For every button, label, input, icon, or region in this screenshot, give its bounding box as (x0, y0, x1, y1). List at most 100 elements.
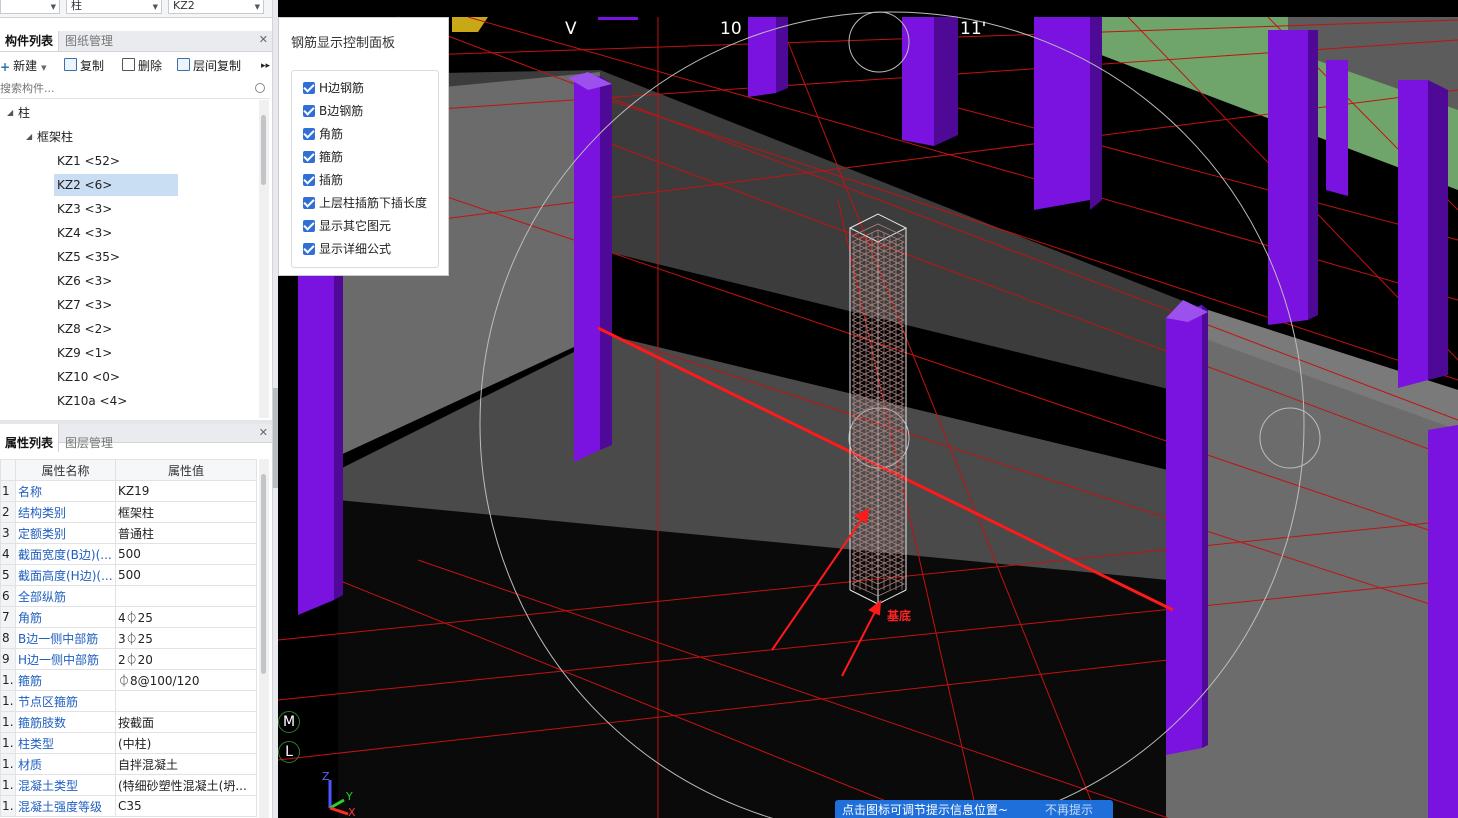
checkbox-icon[interactable] (303, 174, 315, 186)
delete-button[interactable]: 删除 (122, 57, 162, 75)
table-row[interactable]: 14材质自拌混凝土 (0, 753, 257, 775)
property-value[interactable]: 2⏀20 (115, 648, 257, 670)
table-row[interactable]: 10箍筋⏀8@100/120 (0, 669, 257, 691)
table-row[interactable]: 6 全部纵筋 (0, 585, 257, 607)
table-row[interactable]: 16混凝土强度等级C35 (0, 795, 257, 817)
rebar-control-panel: 钢筋显示控制面板 H边钢筋 B边钢筋 角筋 箍筋 插筋 上层柱插筋下插长度 显示… (278, 17, 449, 276)
tab-drawing-manage[interactable]: 图纸管理 (60, 31, 118, 51)
more-icon[interactable]: ▸▸ (261, 57, 270, 75)
checkbox-corner-rebar[interactable]: 角筋 (303, 125, 343, 143)
copy-button[interactable]: 复制 (64, 57, 104, 75)
property-value[interactable]: 500 (115, 564, 257, 586)
property-value[interactable]: 自拌混凝土 (115, 753, 257, 775)
table-row[interactable]: 13柱类型(中柱) (0, 732, 257, 754)
property-value[interactable]: ⏀8@100/120 (115, 669, 257, 691)
tree-item[interactable]: KZ1 <52> (54, 150, 181, 172)
property-value[interactable]: 4⏀25 (115, 606, 257, 628)
tree-item[interactable]: KZ5 <35> (54, 246, 120, 268)
table-row[interactable]: 5 截面高度(H边)(... 500 (0, 564, 257, 586)
table-row[interactable]: 7 角筋 4⏀25 (0, 606, 257, 628)
property-value[interactable]: 普通柱 (115, 522, 257, 544)
plus-icon: + (0, 60, 11, 74)
tree-node-column[interactable]: 柱 (18, 102, 30, 124)
caret-down-icon[interactable]: ◢ (26, 132, 32, 141)
nav-button-l[interactable]: L (278, 741, 300, 763)
component-combo[interactable]: KZ2 ▼ (168, 0, 264, 14)
scroll-thumb[interactable] (261, 474, 266, 674)
table-row[interactable]: 2 结构类别 框架柱 (0, 501, 257, 523)
grid-label-11: 11' (960, 19, 987, 39)
property-value[interactable] (115, 585, 257, 607)
property-value[interactable]: C35 (115, 795, 257, 817)
close-icon[interactable]: ✕ (259, 33, 268, 46)
table-row[interactable]: 11节点区箍筋 (0, 690, 257, 712)
tab-component-list[interactable]: 构件列表 (0, 31, 60, 51)
checkbox-show-other[interactable]: 显示其它图元 (303, 217, 391, 235)
tree-item[interactable]: KZ10a <4> (54, 390, 127, 412)
floor-combo[interactable]: ▼ (0, 0, 60, 14)
property-scrollbar[interactable] (259, 459, 269, 818)
tab-property-list[interactable]: 属性列表 (0, 424, 60, 452)
row-index: 9 (0, 648, 16, 670)
scene-canvas[interactable] (278, 0, 1458, 818)
nav-button-m[interactable]: M (278, 711, 300, 733)
row-index: 15 (0, 774, 16, 796)
checkbox-icon[interactable] (303, 197, 315, 209)
checkbox-icon[interactable] (303, 151, 315, 163)
type-combo[interactable]: 柱 ▼ (66, 0, 162, 14)
checkbox-h-rebar[interactable]: H边钢筋 (303, 79, 364, 97)
property-name: 截面高度(H边)(... (15, 564, 116, 586)
checkbox-icon[interactable] (303, 128, 315, 140)
checkbox-upper-dowel-length[interactable]: 上层柱插筋下插长度 (303, 194, 427, 212)
dismiss-hint-button[interactable]: 不再提示 (1045, 800, 1093, 818)
property-value[interactable]: (中柱) (115, 732, 257, 754)
property-value[interactable]: 按截面 (115, 711, 257, 733)
property-value[interactable]: 框架柱 (115, 501, 257, 523)
property-value[interactable] (115, 690, 257, 712)
tree-item[interactable]: KZ4 <3> (54, 222, 112, 244)
component-tree: ◢ 柱 ◢ 框架柱 KZ1 <52> KZ2 <6> KZ3 <3> KZ4 <… (0, 100, 262, 418)
table-row[interactable]: 3 定额类别 普通柱 (0, 522, 257, 544)
3d-viewport[interactable]: V 10 11' 基底 M L Z Y X 钢筋显示控制面板 H边钢筋 B边钢筋… (278, 0, 1458, 818)
checkbox-stirrup[interactable]: 箍筋 (303, 148, 343, 166)
row-index: 16 (0, 795, 16, 817)
tree-item[interactable]: KZ3 <3> (54, 198, 112, 220)
property-name: 混凝土强度等级 (15, 795, 116, 817)
search-icon[interactable] (255, 83, 265, 93)
property-value[interactable]: (特细砂塑性混凝土(坍... (115, 774, 257, 796)
property-value[interactable]: 3⏀25 (115, 627, 257, 649)
tree-item[interactable]: KZ9 <1> (54, 342, 112, 364)
table-row[interactable]: 1 名称 KZ19 (0, 480, 257, 502)
floor-copy-button[interactable]: 层间复制 (177, 57, 241, 75)
tree-node-frame-column[interactable]: 框架柱 (37, 126, 73, 148)
hint-bar[interactable]: 点击图标可调节提示信息位置~ 不再提示 (835, 800, 1113, 818)
tree-item[interactable]: KZ10 <0> (54, 366, 120, 388)
checkbox-icon[interactable] (303, 220, 315, 232)
checkbox-dowel[interactable]: 插筋 (303, 171, 343, 189)
table-row[interactable]: 9 H边一侧中部筋 2⏀20 (0, 648, 257, 670)
tab-layer-manage[interactable]: 图层管理 (60, 424, 118, 452)
checkbox-show-formula[interactable]: 显示详细公式 (303, 240, 391, 258)
caret-down-icon[interactable]: ◢ (7, 108, 13, 117)
tree-item[interactable]: KZ8 <2> (54, 318, 112, 340)
checkbox-icon[interactable] (303, 105, 315, 117)
table-row[interactable]: 12箍筋肢数按截面 (0, 711, 257, 733)
tree-scrollbar[interactable] (259, 100, 269, 418)
table-row[interactable]: 4 截面宽度(B边)(... 500 (0, 543, 257, 565)
new-button[interactable]: + 新建 ▼ (0, 57, 46, 75)
checkbox-b-rebar[interactable]: B边钢筋 (303, 102, 363, 120)
property-value[interactable]: KZ19 (115, 480, 257, 502)
table-row[interactable]: 15混凝土类型(特细砂塑性混凝土(坍... (0, 774, 257, 796)
stirrups (851, 223, 905, 597)
checkbox-icon[interactable] (303, 243, 315, 255)
property-value[interactable]: 500 (115, 543, 257, 565)
tree-item-selected[interactable]: KZ2 <6> (54, 174, 178, 196)
checkbox-icon[interactable] (303, 82, 315, 94)
component-toolbar: + 新建 ▼ 复制 删除 层间复制 ▸▸ (0, 55, 272, 77)
table-row[interactable]: 8 B边一侧中部筋 3⏀25 (0, 627, 257, 649)
tree-item[interactable]: KZ6 <3> (54, 270, 112, 292)
tree-item[interactable]: KZ7 <3> (54, 294, 112, 316)
close-icon[interactable]: ✕ (259, 426, 268, 439)
scroll-thumb[interactable] (261, 115, 266, 185)
search-input[interactable] (0, 80, 248, 97)
